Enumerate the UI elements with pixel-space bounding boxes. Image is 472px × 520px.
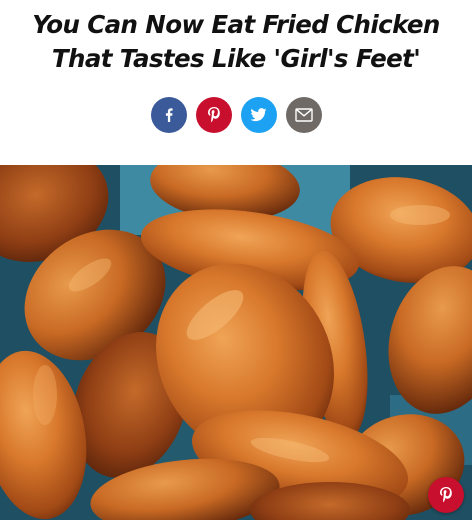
article-title: You Can Now Eat Fried Chicken That Taste…	[0, 8, 472, 76]
twitter-share-button[interactable]	[240, 97, 277, 133]
mail-icon	[294, 108, 313, 122]
article-title-line-1: You Can Now Eat Fried Chicken	[32, 10, 440, 39]
facebook-share-button[interactable]	[150, 97, 187, 133]
hero-image	[0, 165, 472, 520]
facebook-icon	[162, 108, 176, 122]
pinterest-icon	[206, 106, 222, 124]
pinterest-share-button[interactable]	[195, 97, 232, 133]
article-title-line-2: That Tastes Like 'Girl's Feet'	[51, 44, 421, 73]
email-share-button[interactable]	[285, 97, 322, 133]
pinterest-icon	[438, 486, 454, 504]
share-buttons	[0, 97, 472, 133]
twitter-icon	[250, 108, 267, 122]
fried-chicken-photo	[0, 165, 472, 520]
pin-image-button[interactable]	[428, 477, 464, 513]
